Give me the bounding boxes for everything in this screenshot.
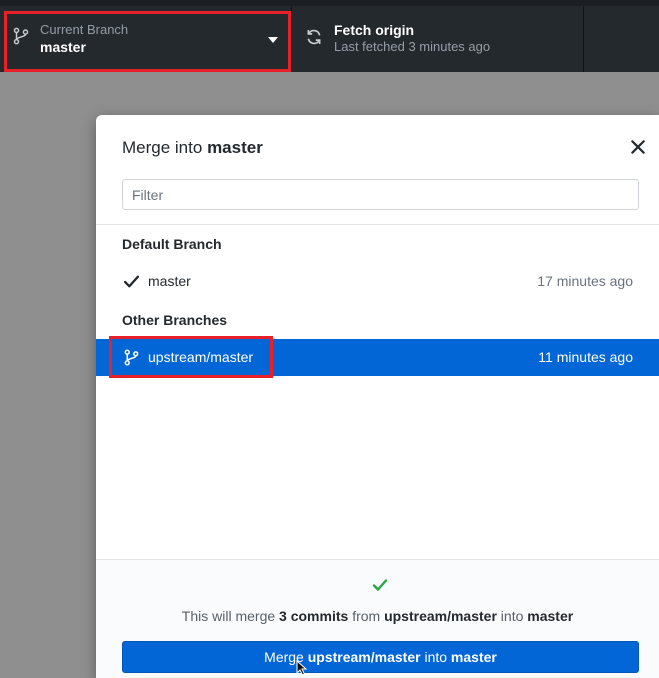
merge-button-target: master: [450, 649, 497, 665]
mouse-cursor-icon: [296, 660, 308, 676]
merge-footer: This will merge 3 commits from upstream/…: [96, 559, 659, 678]
fetch-origin-button[interactable]: Fetch origin Last fetched 3 minutes ago: [293, 6, 584, 72]
branch-time: 11 minutes ago: [538, 349, 633, 365]
divider: [96, 224, 659, 225]
merge-button-source: upstream/master: [307, 649, 421, 665]
merge-summary: This will merge 3 commits from upstream/…: [96, 608, 659, 624]
current-branch-button[interactable]: Current Branch master: [0, 6, 292, 72]
filter-input[interactable]: [122, 179, 639, 210]
close-icon[interactable]: [629, 138, 647, 156]
dialog-title-prefix: Merge into: [122, 138, 203, 157]
caret-down-icon: [268, 37, 278, 43]
sync-icon: [307, 29, 321, 45]
current-branch-label: Current Branch: [40, 22, 129, 37]
merge-button-text: into: [424, 649, 448, 665]
group-heading-other-branches: Other Branches: [122, 312, 228, 328]
summary-commit-count: 3 commits: [279, 608, 349, 624]
fetch-origin-title: Fetch origin: [334, 22, 415, 38]
branch-row-upstream-master[interactable]: upstream/master 11 minutes ago: [96, 339, 659, 376]
toolbar: Current Branch master Fetch origin Last …: [0, 0, 659, 72]
summary-text: from: [352, 608, 381, 624]
merge-dialog: Merge into master Default Branch master …: [96, 115, 659, 678]
branch-name: master: [148, 273, 191, 289]
dialog-title: Merge into master: [122, 138, 263, 158]
summary-target-branch: master: [527, 608, 574, 624]
summary-text: This will merge: [181, 608, 276, 624]
check-icon: [372, 579, 388, 591]
group-heading-default-branch: Default Branch: [122, 236, 222, 252]
fetch-origin-subtitle: Last fetched 3 minutes ago: [334, 39, 491, 54]
toolbar-empty-section: [585, 6, 659, 72]
current-branch-value: master: [40, 39, 86, 55]
summary-text: into: [500, 608, 524, 624]
git-branch-icon: [124, 349, 139, 366]
git-branch-icon: [13, 27, 29, 45]
dialog-title-branch: master: [207, 138, 263, 157]
branch-name: upstream/master: [148, 349, 254, 365]
check-icon: [123, 275, 140, 288]
branch-time: 17 minutes ago: [537, 273, 633, 289]
branch-row-master[interactable]: master 17 minutes ago: [96, 263, 659, 300]
summary-source-branch: upstream/master: [384, 608, 497, 624]
merge-button[interactable]: Merge upstream/master into master: [122, 641, 639, 673]
